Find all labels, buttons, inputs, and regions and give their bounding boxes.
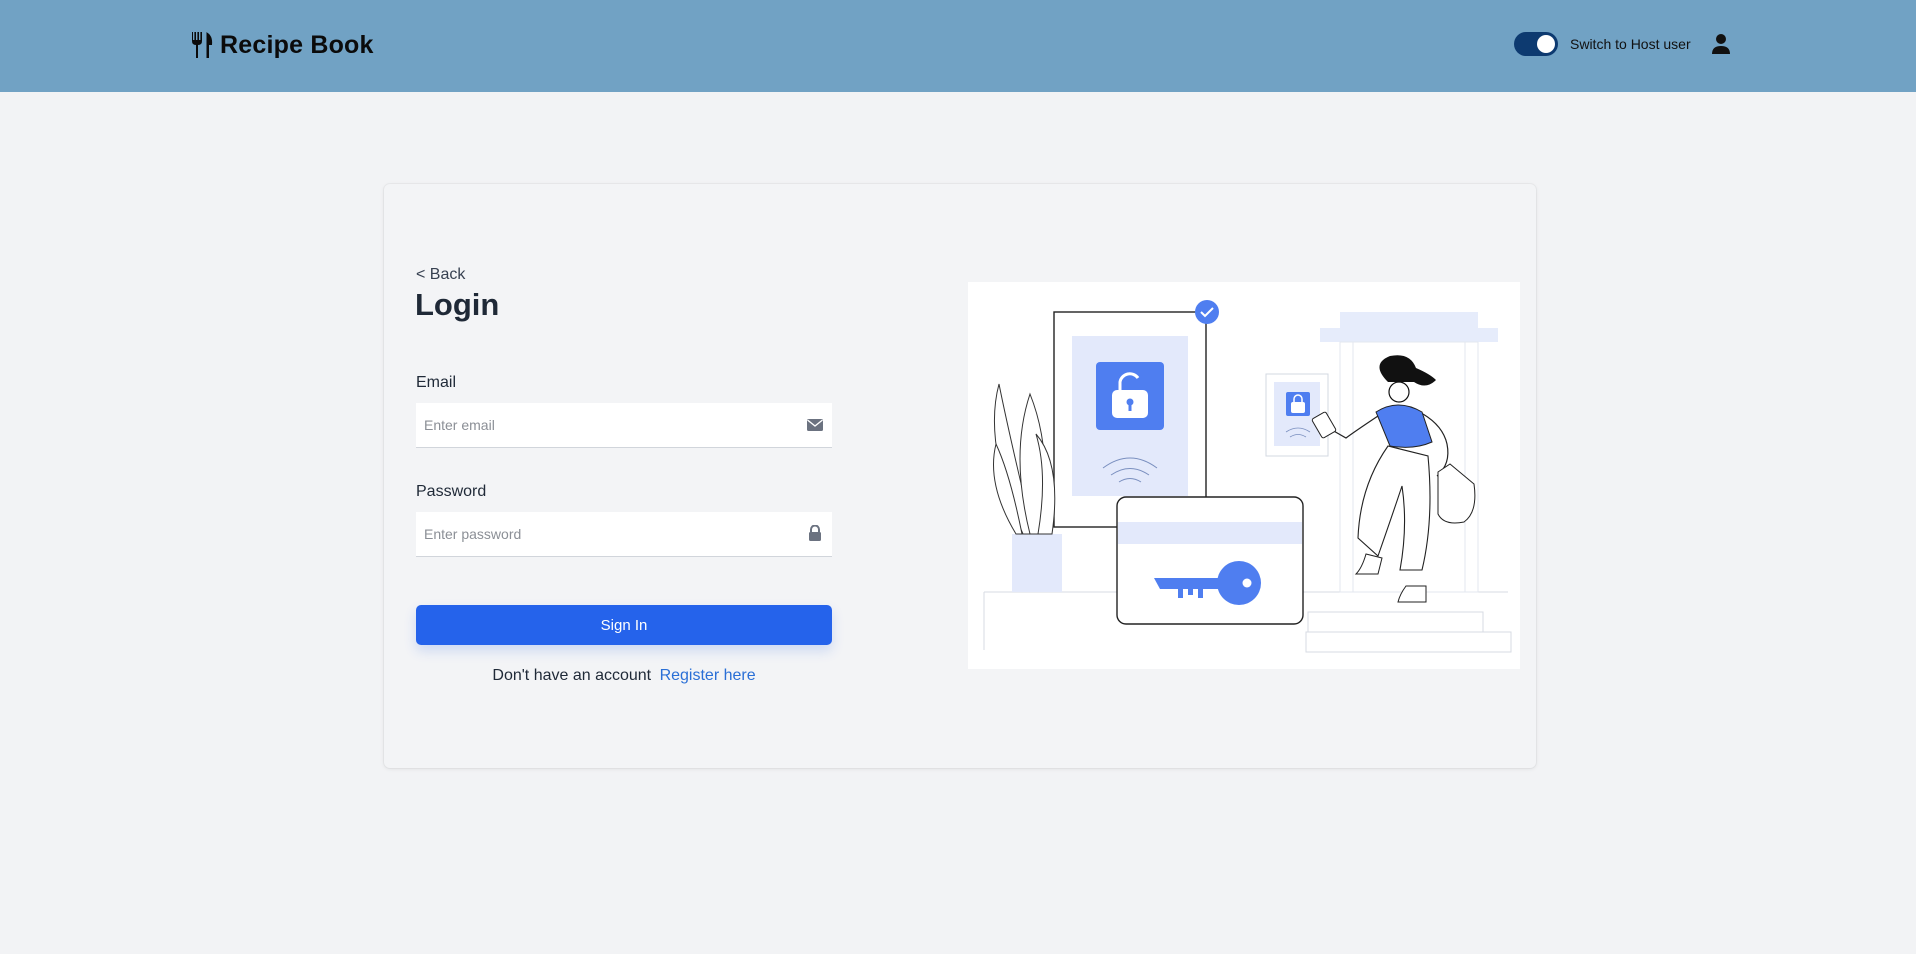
envelope-icon	[807, 419, 823, 431]
security-illustration	[968, 282, 1520, 669]
password-label: Password	[416, 483, 487, 500]
toggle-label: Switch to Host user	[1570, 36, 1691, 52]
lock-icon	[809, 525, 821, 541]
illustration-graphic	[983, 300, 1512, 653]
brand-name: Recipe Book	[220, 30, 374, 59]
brand-link[interactable]: Recipe Book	[190, 30, 374, 60]
back-link[interactable]: < Back	[416, 266, 465, 284]
user-icon[interactable]	[1711, 33, 1731, 55]
no-account-text: Don't have an account	[492, 667, 652, 684]
nav-right: Switch to Host user	[1514, 32, 1731, 56]
password-field-wrap	[416, 512, 832, 557]
navbar: Recipe Book Switch to Host user	[0, 0, 1916, 92]
fork-knife-icon	[192, 32, 213, 58]
email-field[interactable]	[416, 403, 784, 447]
register-row: Don't have an account Register here	[416, 667, 832, 685]
host-user-toggle[interactable]	[1514, 32, 1558, 56]
sign-in-button[interactable]: Sign In	[416, 605, 832, 645]
email-label: Email	[416, 374, 457, 391]
page-title: Login	[415, 287, 500, 322]
register-link[interactable]: Register here	[660, 667, 756, 684]
email-field-wrap	[416, 403, 832, 448]
toggle-knob	[1537, 35, 1555, 53]
password-field[interactable]	[416, 512, 784, 556]
